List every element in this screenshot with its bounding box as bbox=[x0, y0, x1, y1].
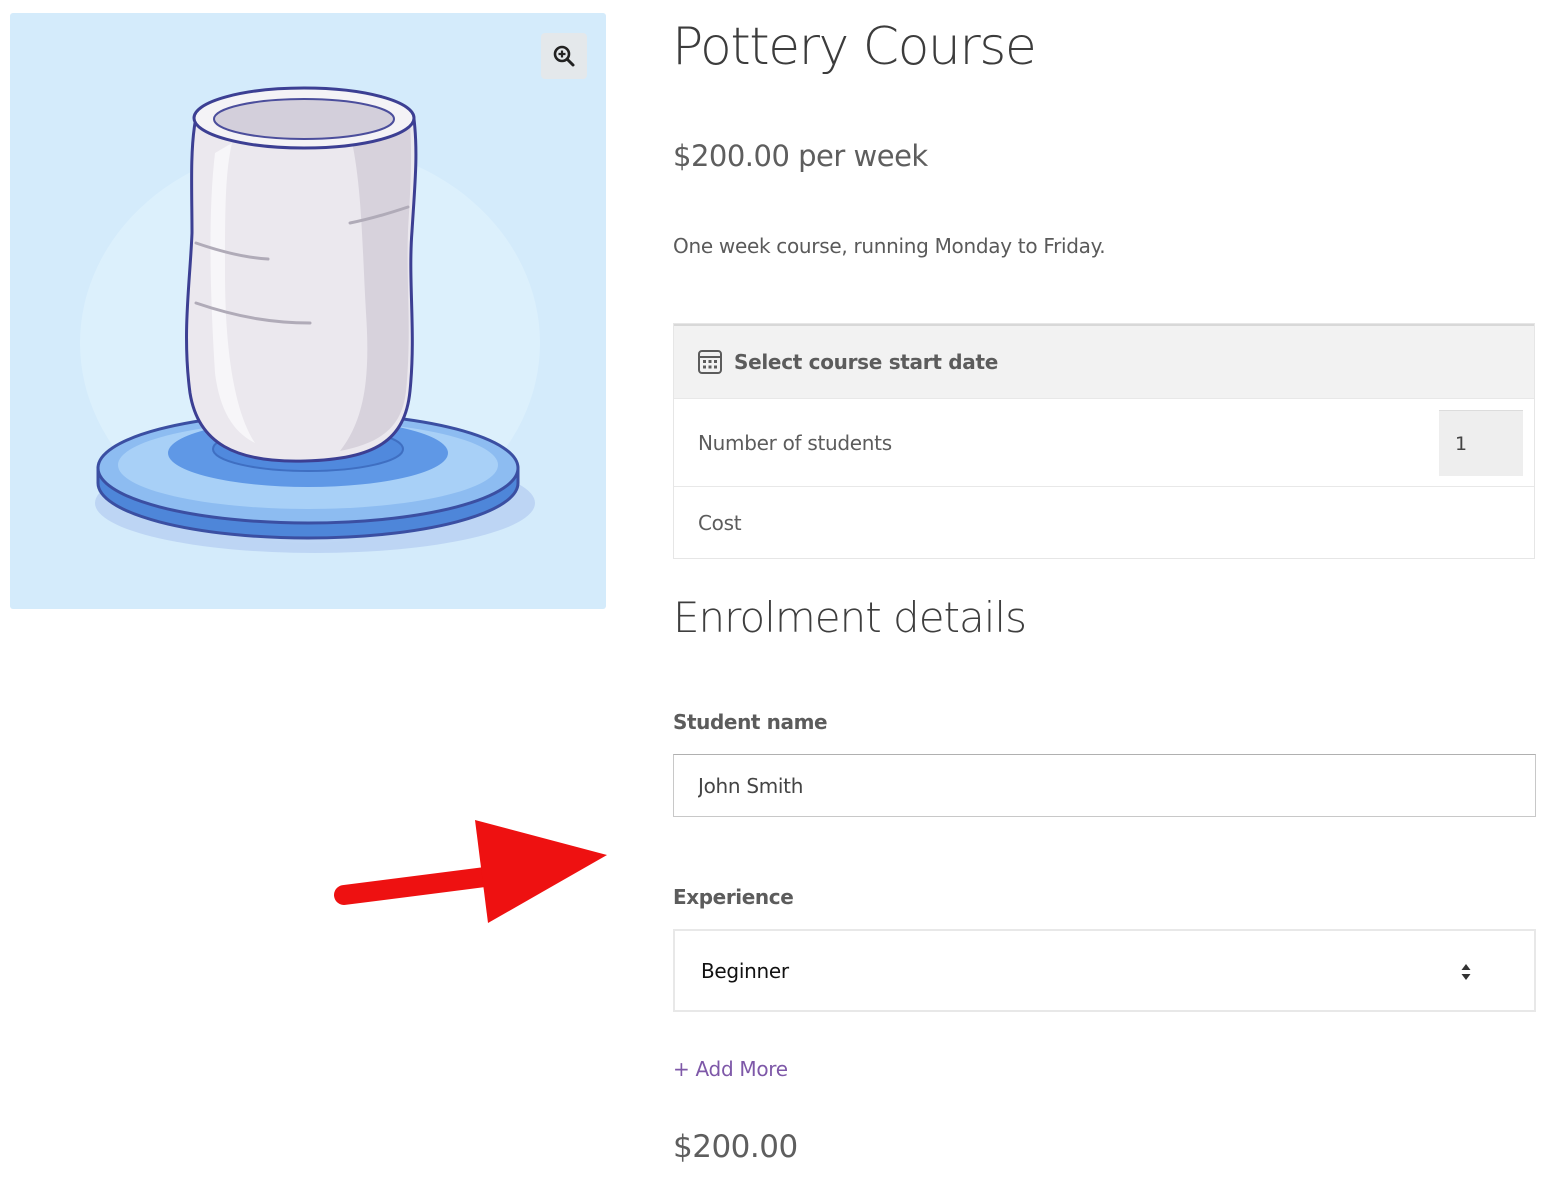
annotation-arrow-icon bbox=[334, 820, 607, 923]
students-quantity-input[interactable] bbox=[1439, 410, 1523, 476]
product-title: Pottery Course bbox=[672, 17, 1037, 77]
product-page: Pottery Course $200.00 per week One week… bbox=[0, 0, 1554, 1200]
students-label: Number of students bbox=[698, 430, 892, 455]
total-price: $200.00 bbox=[673, 1129, 798, 1165]
students-row: Number of students bbox=[674, 398, 1534, 486]
product-price: $200.00 per week bbox=[673, 139, 928, 173]
experience-label: Experience bbox=[673, 885, 794, 909]
calendar-icon bbox=[697, 349, 723, 375]
student-name-label: Student name bbox=[673, 710, 828, 734]
select-arrows-icon bbox=[1461, 964, 1471, 980]
enrolment-heading: Enrolment details bbox=[673, 593, 1027, 642]
booking-table: Select course start date Number of stude… bbox=[673, 323, 1535, 559]
zoom-button[interactable] bbox=[541, 33, 587, 79]
experience-selected-value: Beginner bbox=[701, 958, 789, 983]
experience-select[interactable]: Beginner bbox=[673, 929, 1536, 1012]
cost-row: Cost bbox=[674, 486, 1534, 558]
zoom-in-icon bbox=[553, 45, 575, 67]
cost-label: Cost bbox=[698, 510, 742, 535]
product-image[interactable] bbox=[10, 13, 606, 609]
student-name-input[interactable] bbox=[673, 754, 1536, 817]
select-start-date-button[interactable]: Select course start date bbox=[674, 324, 1534, 398]
product-description: One week course, running Monday to Frida… bbox=[673, 234, 1106, 258]
select-start-date-label: Select course start date bbox=[734, 350, 998, 374]
add-more-link[interactable]: + Add More bbox=[673, 1057, 788, 1081]
pottery-vase-illustration bbox=[80, 86, 540, 553]
